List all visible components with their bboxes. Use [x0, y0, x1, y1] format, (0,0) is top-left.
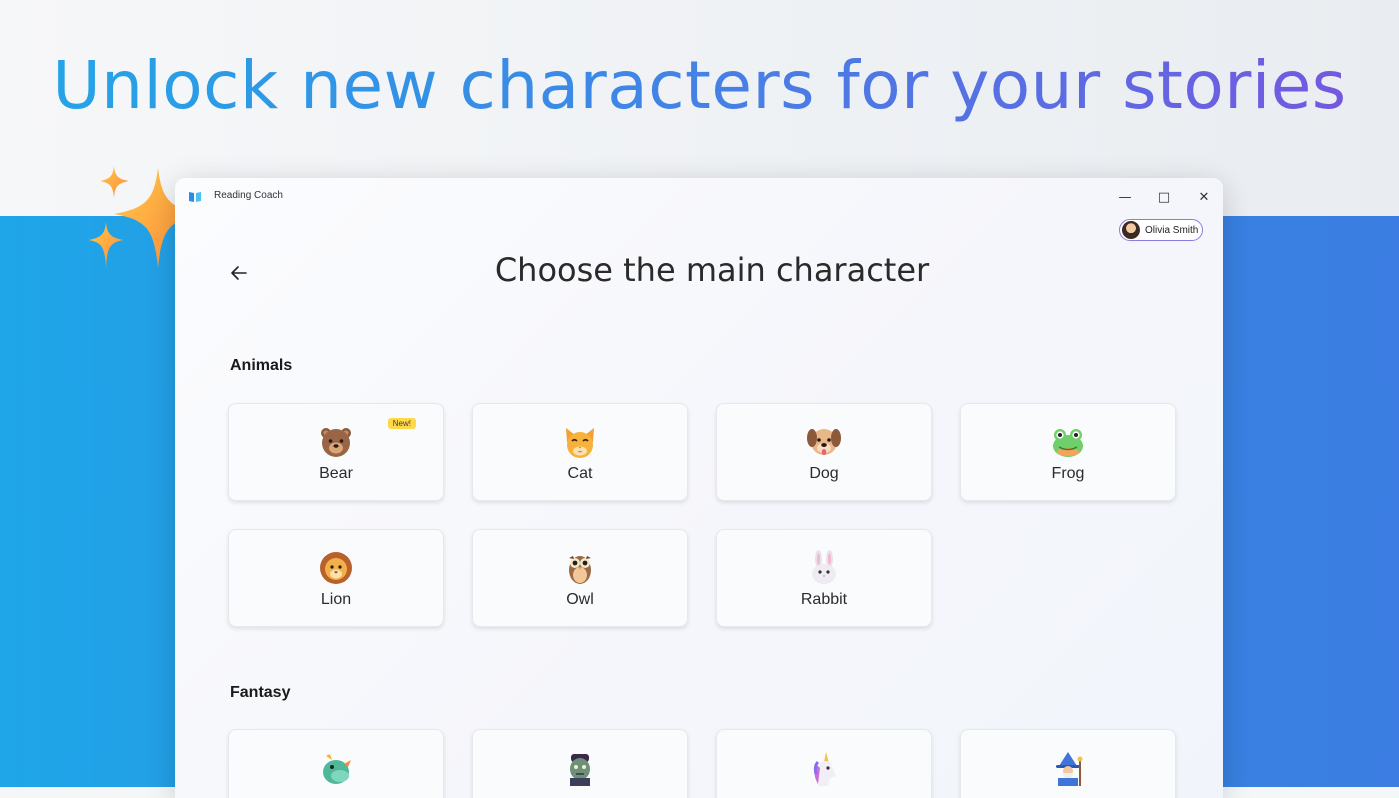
page-title: Choose the main character — [494, 251, 930, 289]
app-window: Reading Coach — □ ✕ Olivia Smith Choose … — [175, 178, 1223, 798]
title-bar: Reading Coach — □ ✕ — [175, 178, 1223, 216]
character-card-wizard[interactable] — [960, 729, 1176, 798]
new-badge: New! — [387, 418, 416, 429]
dog-icon — [807, 429, 841, 455]
card-label: Owl — [566, 591, 594, 608]
character-card-frog[interactable]: Frog — [960, 403, 1176, 501]
promo-headline: Unlock new characters for your stories — [0, 42, 1399, 130]
wizard-icon — [1056, 752, 1083, 786]
section-heading-fantasy: Fantasy — [230, 684, 291, 701]
card-label: Frog — [1051, 465, 1085, 482]
user-profile-button[interactable]: Olivia Smith — [1119, 219, 1203, 241]
dragon-icon — [323, 754, 351, 784]
bear-icon — [321, 428, 351, 457]
user-name: Olivia Smith — [1145, 224, 1199, 236]
section-heading-animals: Animals — [230, 357, 293, 374]
character-card-owl[interactable]: Owl — [472, 529, 688, 627]
lion-icon — [320, 552, 352, 584]
character-card-dragon[interactable] — [228, 729, 444, 798]
card-label: Dog — [809, 465, 839, 482]
character-card-rabbit[interactable]: Rabbit — [716, 529, 932, 627]
card-label: Cat — [567, 465, 593, 482]
frog-icon — [1053, 429, 1083, 457]
minimize-button[interactable]: — — [1113, 186, 1137, 208]
rabbit-icon — [812, 550, 836, 584]
app-title: Reading Coach — [214, 190, 283, 201]
card-label: Rabbit — [800, 591, 848, 608]
character-card-bear[interactable]: New! Bear — [228, 403, 444, 501]
avatar — [1122, 221, 1140, 239]
character-card-unicorn[interactable] — [716, 729, 932, 798]
character-card-dog[interactable]: Dog — [716, 403, 932, 501]
character-card-lion[interactable]: Lion — [228, 529, 444, 627]
owl-icon — [569, 556, 591, 584]
character-card-cat[interactable]: Cat — [472, 403, 688, 501]
maximize-button[interactable]: □ — [1152, 186, 1176, 208]
close-button[interactable]: ✕ — [1192, 186, 1216, 208]
zombie-icon — [570, 754, 590, 786]
reading-coach-logo-icon — [189, 192, 201, 202]
card-label: Bear — [319, 465, 353, 482]
unicorn-icon — [813, 752, 836, 786]
character-card-zombie[interactable] — [472, 729, 688, 798]
card-label: Lion — [320, 591, 352, 608]
cat-icon — [566, 428, 594, 458]
